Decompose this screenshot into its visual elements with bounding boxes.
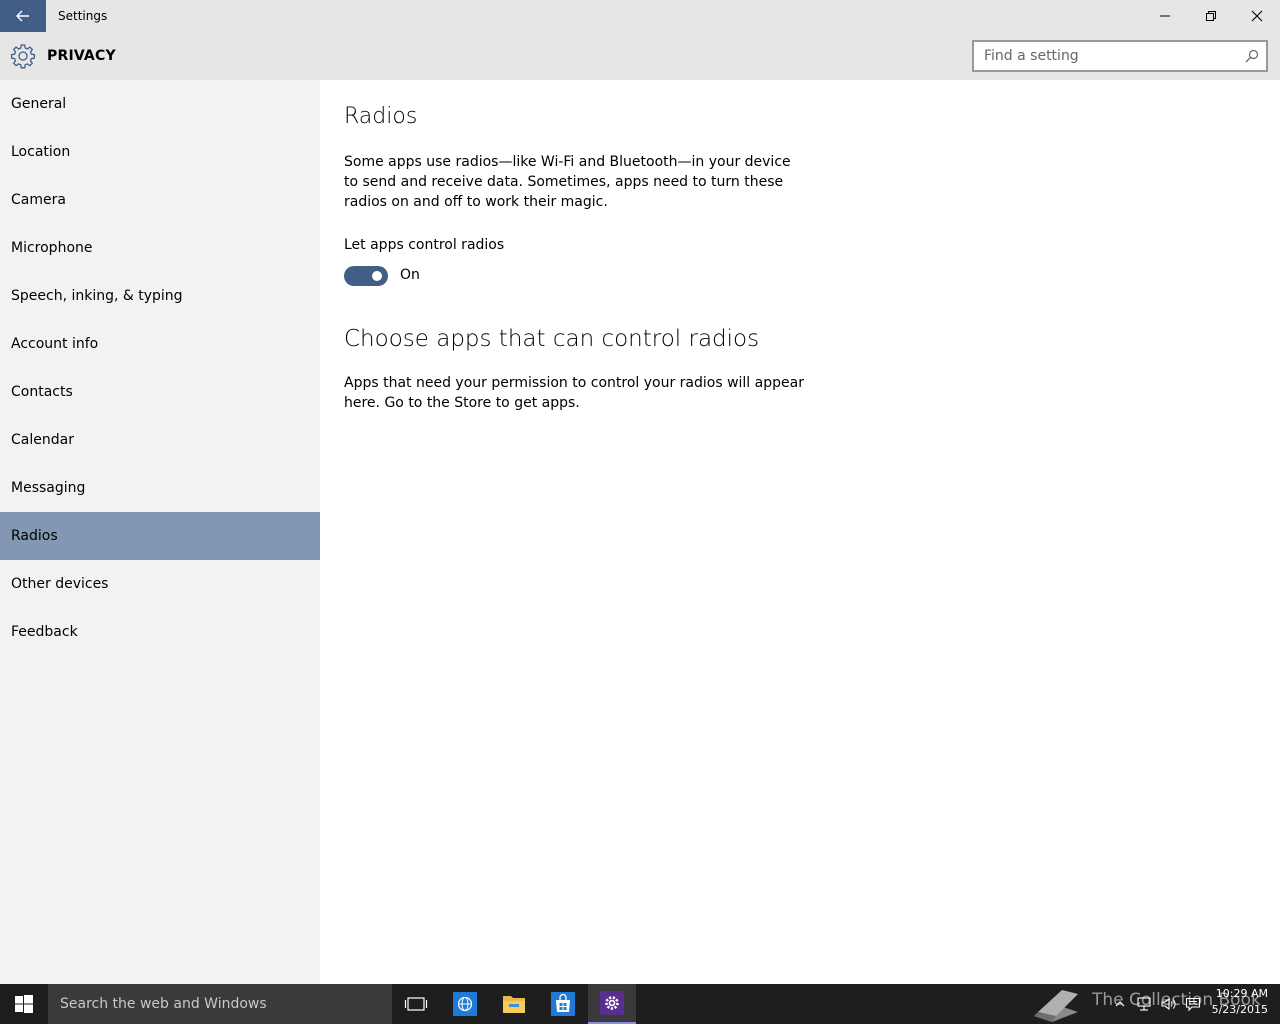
taskbar: Search the web and Windows The Collectio… [0, 984, 1280, 1024]
file-explorer-button[interactable] [490, 984, 538, 1024]
content-title: Radios [344, 104, 418, 129]
start-button[interactable] [0, 984, 48, 1024]
sidebar-item-other-devices[interactable]: Other devices [0, 560, 320, 608]
edge-button[interactable] [441, 984, 489, 1024]
sidebar-item-speech[interactable]: Speech, inking, & typing [0, 272, 320, 320]
find-setting-search[interactable] [972, 40, 1268, 72]
sidebar-item-feedback[interactable]: Feedback [0, 608, 320, 656]
choose-apps-heading: Choose apps that can control radios [344, 326, 760, 352]
back-button[interactable] [0, 0, 46, 32]
back-arrow-icon [16, 10, 29, 22]
sidebar-item-location[interactable]: Location [0, 128, 320, 176]
settings-taskbar-button[interactable] [588, 984, 636, 1024]
minimize-button[interactable] [1142, 0, 1188, 32]
search-icon[interactable] [1244, 48, 1260, 64]
sidebar-nav: General Location Camera Microphone Speec… [0, 80, 320, 984]
sidebar-item-account-info[interactable]: Account info [0, 320, 320, 368]
toggle-state-text: On [400, 267, 420, 283]
sidebar-item-contacts[interactable]: Contacts [0, 368, 320, 416]
network-icon[interactable] [1136, 996, 1152, 1012]
taskbar-search-placeholder: Search the web and Windows [60, 996, 267, 1012]
sidebar-item-microphone[interactable]: Microphone [0, 224, 320, 272]
close-button[interactable] [1234, 0, 1280, 32]
clock-time: 10:29 AM [1215, 987, 1268, 1000]
task-view-icon [404, 997, 428, 1011]
edge-icon [453, 992, 477, 1016]
clock[interactable]: 10:29 AM 5/23/2015 [1206, 986, 1268, 1018]
task-view-button[interactable] [392, 984, 440, 1024]
sidebar-item-general[interactable]: General [0, 80, 320, 128]
radios-description: Some apps use radios—like Wi-Fi and Blue… [344, 154, 791, 210]
sidebar-item-messaging[interactable]: Messaging [0, 464, 320, 512]
chevron-up-icon[interactable] [1112, 996, 1128, 1012]
store-icon [551, 992, 575, 1016]
settings-gear-icon [600, 991, 624, 1015]
sidebar-item-calendar[interactable]: Calendar [0, 416, 320, 464]
action-center-icon[interactable] [1185, 996, 1201, 1012]
file-explorer-icon [503, 996, 525, 1013]
title-bar: Settings [0, 0, 1280, 32]
book-icon [1034, 990, 1078, 1022]
choose-apps-text: Apps that need your permission to contro… [344, 375, 804, 411]
settings-header: PRIVACY [0, 32, 1280, 80]
main-content: Radios Some apps use radios—like Wi-Fi a… [320, 80, 1280, 984]
search-input[interactable] [974, 42, 1234, 70]
restore-button[interactable] [1188, 0, 1234, 32]
page-title: PRIVACY [47, 48, 116, 64]
toggle-knob [372, 271, 382, 281]
sidebar-item-radios[interactable]: Radios [0, 512, 320, 560]
store-button[interactable] [539, 984, 587, 1024]
restore-icon [1206, 11, 1216, 21]
watermark: The Collection Book [1030, 984, 1261, 1024]
sidebar-item-camera[interactable]: Camera [0, 176, 320, 224]
clock-date: 5/23/2015 [1211, 1003, 1268, 1016]
window-title: Settings [58, 9, 108, 23]
windows-logo-icon [15, 995, 33, 1013]
toggle-label: Let apps control radios [344, 237, 505, 253]
gear-icon [10, 44, 36, 69]
volume-icon[interactable] [1160, 996, 1176, 1012]
taskbar-search[interactable]: Search the web and Windows [48, 984, 392, 1024]
minimize-icon [1160, 15, 1170, 17]
close-icon [1251, 10, 1263, 22]
let-apps-control-radios-toggle[interactable] [344, 266, 388, 286]
